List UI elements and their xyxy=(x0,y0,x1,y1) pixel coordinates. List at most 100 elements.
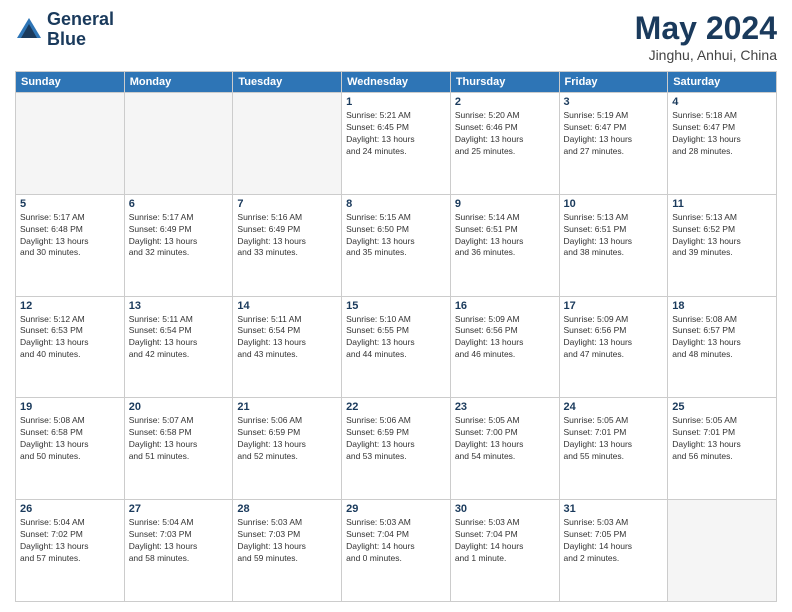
day-info: Sunrise: 5:19 AM Sunset: 6:47 PM Dayligh… xyxy=(564,110,664,158)
day-cell-1-3: 8 Sunrise: 5:15 AM Sunset: 6:50 PM Daylig… xyxy=(342,194,451,296)
day-info: Sunrise: 5:16 AM Sunset: 6:49 PM Dayligh… xyxy=(237,212,337,260)
day-info: Sunrise: 5:05 AM Sunset: 7:01 PM Dayligh… xyxy=(672,415,772,463)
day-number: 2 xyxy=(455,96,555,108)
logo-text: General Blue xyxy=(47,10,114,50)
day-cell-2-4: 16 Sunrise: 5:09 AM Sunset: 6:56 PM Dayli… xyxy=(450,296,559,398)
day-info: Sunrise: 5:13 AM Sunset: 6:51 PM Dayligh… xyxy=(564,212,664,260)
day-number: 20 xyxy=(129,401,229,413)
day-cell-0-4: 2 Sunrise: 5:20 AM Sunset: 6:46 PM Daylig… xyxy=(450,93,559,195)
main-title: May 2024 xyxy=(635,10,777,47)
day-number: 25 xyxy=(672,401,772,413)
day-cell-1-0: 5Sunrise: 5:17 AM Sunset: 6:48 PM Daylig… xyxy=(16,194,125,296)
day-cell-3-5: 24 Sunrise: 5:05 AM Sunset: 7:01 PM Dayli… xyxy=(559,398,668,500)
day-info: Sunrise: 5:09 AM Sunset: 6:56 PM Dayligh… xyxy=(455,314,555,362)
day-cell-0-1 xyxy=(124,93,233,195)
day-number: 18 xyxy=(672,300,772,312)
day-number: 27 xyxy=(129,503,229,515)
day-cell-4-6 xyxy=(668,500,777,602)
day-info: Sunrise: 5:21 AM Sunset: 6:45 PM Dayligh… xyxy=(346,110,446,158)
day-cell-4-3: 29 Sunrise: 5:03 AM Sunset: 7:04 PM Dayli… xyxy=(342,500,451,602)
day-info: Sunrise: 5:15 AM Sunset: 6:50 PM Dayligh… xyxy=(346,212,446,260)
day-cell-3-4: 23Sunrise: 5:05 AM Sunset: 7:00 PM Dayli… xyxy=(450,398,559,500)
day-number: 17 xyxy=(564,300,664,312)
week-row-5: 26 Sunrise: 5:04 AM Sunset: 7:02 PM Dayli… xyxy=(16,500,777,602)
day-cell-3-2: 21 Sunrise: 5:06 AM Sunset: 6:59 PM Dayli… xyxy=(233,398,342,500)
week-row-1: 1 Sunrise: 5:21 AM Sunset: 6:45 PM Daylig… xyxy=(16,93,777,195)
day-cell-0-5: 3 Sunrise: 5:19 AM Sunset: 6:47 PM Daylig… xyxy=(559,93,668,195)
week-row-4: 19Sunrise: 5:08 AM Sunset: 6:58 PM Dayli… xyxy=(16,398,777,500)
day-number: 21 xyxy=(237,401,337,413)
day-cell-2-2: 14 Sunrise: 5:11 AM Sunset: 6:54 PM Dayli… xyxy=(233,296,342,398)
day-cell-3-3: 22Sunrise: 5:06 AM Sunset: 6:59 PM Dayli… xyxy=(342,398,451,500)
title-block: May 2024 Jinghu, Anhui, China xyxy=(635,10,777,63)
day-info: Sunrise: 5:07 AM Sunset: 6:58 PM Dayligh… xyxy=(129,415,229,463)
day-cell-3-0: 19Sunrise: 5:08 AM Sunset: 6:58 PM Dayli… xyxy=(16,398,125,500)
week-row-3: 12Sunrise: 5:12 AM Sunset: 6:53 PM Dayli… xyxy=(16,296,777,398)
day-number: 23 xyxy=(455,401,555,413)
day-info: Sunrise: 5:06 AM Sunset: 6:59 PM Dayligh… xyxy=(237,415,337,463)
day-number: 24 xyxy=(564,401,664,413)
day-cell-0-0 xyxy=(16,93,125,195)
col-thursday: Thursday xyxy=(450,72,559,93)
day-cell-0-6: 4 Sunrise: 5:18 AM Sunset: 6:47 PM Daylig… xyxy=(668,93,777,195)
day-cell-1-6: 11 Sunrise: 5:13 AM Sunset: 6:52 PM Dayli… xyxy=(668,194,777,296)
day-info: Sunrise: 5:11 AM Sunset: 6:54 PM Dayligh… xyxy=(129,314,229,362)
col-friday: Friday xyxy=(559,72,668,93)
day-info: Sunrise: 5:05 AM Sunset: 7:01 PM Dayligh… xyxy=(564,415,664,463)
day-info: Sunrise: 5:06 AM Sunset: 6:59 PM Dayligh… xyxy=(346,415,446,463)
day-cell-1-4: 9 Sunrise: 5:14 AM Sunset: 6:51 PM Daylig… xyxy=(450,194,559,296)
day-info: Sunrise: 5:11 AM Sunset: 6:54 PM Dayligh… xyxy=(237,314,337,362)
day-number: 7 xyxy=(237,198,337,210)
day-cell-2-5: 17 Sunrise: 5:09 AM Sunset: 6:56 PM Dayli… xyxy=(559,296,668,398)
day-number: 9 xyxy=(455,198,555,210)
day-number: 16 xyxy=(455,300,555,312)
day-number: 13 xyxy=(129,300,229,312)
day-info: Sunrise: 5:04 AM Sunset: 7:03 PM Dayligh… xyxy=(129,517,229,565)
day-cell-0-2 xyxy=(233,93,342,195)
week-row-2: 5Sunrise: 5:17 AM Sunset: 6:48 PM Daylig… xyxy=(16,194,777,296)
day-number: 19 xyxy=(20,401,120,413)
logo: General Blue xyxy=(15,10,114,50)
day-cell-0-3: 1 Sunrise: 5:21 AM Sunset: 6:45 PM Daylig… xyxy=(342,93,451,195)
day-cell-3-1: 20 Sunrise: 5:07 AM Sunset: 6:58 PM Dayli… xyxy=(124,398,233,500)
logo-icon xyxy=(15,16,43,44)
subtitle: Jinghu, Anhui, China xyxy=(635,47,777,63)
day-number: 26 xyxy=(20,503,120,515)
day-number: 8 xyxy=(346,198,446,210)
day-number: 1 xyxy=(346,96,446,108)
day-info: Sunrise: 5:17 AM Sunset: 6:49 PM Dayligh… xyxy=(129,212,229,260)
day-number: 29 xyxy=(346,503,446,515)
day-info: Sunrise: 5:04 AM Sunset: 7:02 PM Dayligh… xyxy=(20,517,120,565)
col-saturday: Saturday xyxy=(668,72,777,93)
day-number: 28 xyxy=(237,503,337,515)
day-info: Sunrise: 5:10 AM Sunset: 6:55 PM Dayligh… xyxy=(346,314,446,362)
day-number: 3 xyxy=(564,96,664,108)
page: General Blue May 2024 Jinghu, Anhui, Chi… xyxy=(0,0,792,612)
day-cell-1-2: 7 Sunrise: 5:16 AM Sunset: 6:49 PM Daylig… xyxy=(233,194,342,296)
header: General Blue May 2024 Jinghu, Anhui, Chi… xyxy=(15,10,777,63)
day-cell-4-2: 28 Sunrise: 5:03 AM Sunset: 7:03 PM Dayli… xyxy=(233,500,342,602)
day-info: Sunrise: 5:08 AM Sunset: 6:57 PM Dayligh… xyxy=(672,314,772,362)
day-number: 30 xyxy=(455,503,555,515)
col-wednesday: Wednesday xyxy=(342,72,451,93)
day-info: Sunrise: 5:20 AM Sunset: 6:46 PM Dayligh… xyxy=(455,110,555,158)
day-info: Sunrise: 5:03 AM Sunset: 7:03 PM Dayligh… xyxy=(237,517,337,565)
day-number: 11 xyxy=(672,198,772,210)
day-info: Sunrise: 5:14 AM Sunset: 6:51 PM Dayligh… xyxy=(455,212,555,260)
day-info: Sunrise: 5:03 AM Sunset: 7:04 PM Dayligh… xyxy=(346,517,446,565)
day-number: 4 xyxy=(672,96,772,108)
calendar-header-row: Sunday Monday Tuesday Wednesday Thursday… xyxy=(16,72,777,93)
day-info: Sunrise: 5:17 AM Sunset: 6:48 PM Dayligh… xyxy=(20,212,120,260)
day-number: 31 xyxy=(564,503,664,515)
day-cell-4-4: 30Sunrise: 5:03 AM Sunset: 7:04 PM Dayli… xyxy=(450,500,559,602)
day-cell-4-1: 27 Sunrise: 5:04 AM Sunset: 7:03 PM Dayli… xyxy=(124,500,233,602)
day-info: Sunrise: 5:13 AM Sunset: 6:52 PM Dayligh… xyxy=(672,212,772,260)
col-tuesday: Tuesday xyxy=(233,72,342,93)
day-number: 14 xyxy=(237,300,337,312)
day-info: Sunrise: 5:09 AM Sunset: 6:56 PM Dayligh… xyxy=(564,314,664,362)
day-cell-4-0: 26 Sunrise: 5:04 AM Sunset: 7:02 PM Dayli… xyxy=(16,500,125,602)
day-cell-4-5: 31 Sunrise: 5:03 AM Sunset: 7:05 PM Dayli… xyxy=(559,500,668,602)
day-info: Sunrise: 5:03 AM Sunset: 7:05 PM Dayligh… xyxy=(564,517,664,565)
day-info: Sunrise: 5:18 AM Sunset: 6:47 PM Dayligh… xyxy=(672,110,772,158)
day-cell-1-5: 10Sunrise: 5:13 AM Sunset: 6:51 PM Dayli… xyxy=(559,194,668,296)
